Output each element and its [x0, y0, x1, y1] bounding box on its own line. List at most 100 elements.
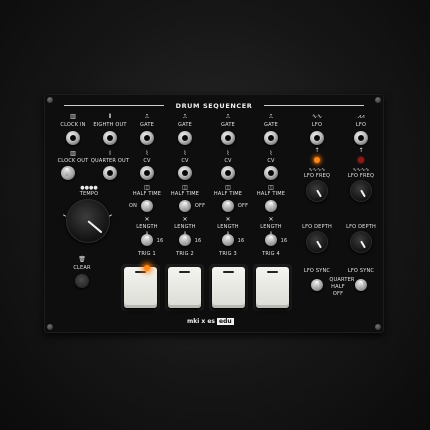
- lfo-depth-2-label: LFO DEPTH: [346, 224, 376, 230]
- clock-in-jack[interactable]: [66, 131, 80, 145]
- length-toggle-1[interactable]: [141, 234, 153, 246]
- quarter-out-icon: Ⅰ: [109, 150, 111, 157]
- clear-label: CLEAR: [73, 265, 91, 271]
- lfo-2-led: [358, 157, 364, 163]
- lfo-sync-2-label: LFO SYNC: [347, 268, 375, 274]
- lfo-freq-1-label: LFO FREQ: [303, 173, 331, 179]
- trash-icon: 🗑: [78, 256, 86, 263]
- gate-label: GATE: [221, 122, 235, 128]
- gate-label: GATE: [178, 122, 192, 128]
- off-label: OFF: [237, 203, 249, 209]
- cv-label: CV: [224, 158, 232, 164]
- half-time-toggle-1[interactable]: [141, 200, 153, 212]
- length-toggle-2[interactable]: [179, 234, 191, 246]
- gate-jack-1[interactable]: [140, 131, 154, 145]
- gate-icon: ⎍: [182, 113, 188, 120]
- lfo-depth-1-knob[interactable]: [306, 231, 328, 253]
- trig-pad-1[interactable]: [124, 267, 157, 308]
- brand-logo: mki x es edu: [187, 318, 234, 325]
- cv-label: CV: [267, 158, 275, 164]
- screw-icon: [47, 324, 53, 330]
- cv-jack-3[interactable]: [221, 166, 235, 180]
- lfo-wave-icon: ∿∿: [311, 113, 323, 120]
- off-label: OFF: [194, 203, 206, 209]
- lfo-sync-2-toggle[interactable]: [355, 279, 367, 291]
- gate-jack-4[interactable]: [264, 131, 278, 145]
- cv-label: CV: [143, 158, 151, 164]
- lfo-sync-1-toggle[interactable]: [311, 279, 323, 291]
- length-toggle-3[interactable]: [222, 234, 234, 246]
- clock-in-icon: ▥: [70, 113, 76, 120]
- tempo-scale-tick: [108, 214, 113, 217]
- cv-icon: ⌇: [145, 150, 149, 157]
- half-time-toggle-4[interactable]: [265, 200, 277, 212]
- lfo-2-jack[interactable]: [354, 131, 368, 145]
- eighth-out-label: EIGHTH OUT: [93, 122, 127, 128]
- eighth-out-jack[interactable]: [103, 131, 117, 145]
- clock-in-label: CLOCK IN: [60, 122, 86, 128]
- length-label: LENGTH: [217, 224, 239, 230]
- quarter-out-jack[interactable]: [103, 166, 117, 180]
- title-rule-left: [64, 105, 164, 106]
- trig-pad-3[interactable]: [212, 267, 245, 308]
- trig-pad-4[interactable]: [256, 267, 289, 308]
- module-panel: DRUM SEQUENCER ▥ CLOCK IN Ⅱ EIGHTH OUT ▥…: [44, 94, 384, 333]
- half-time-toggle-2[interactable]: [179, 200, 191, 212]
- length-label: LENGTH: [260, 224, 282, 230]
- screw-icon: [47, 97, 53, 103]
- half-time-label: HALF TIME: [170, 191, 200, 197]
- trig-1-led: [144, 265, 150, 271]
- tempo-scale-tick: [62, 214, 67, 217]
- lfo-1-label: LFO: [311, 122, 323, 128]
- lfo-freq-2-knob[interactable]: [350, 180, 372, 202]
- gate-icon: ⎍: [225, 113, 231, 120]
- gate-label: GATE: [264, 122, 278, 128]
- lfo-freq-1-knob[interactable]: [306, 180, 328, 202]
- half-time-label: HALF TIME: [256, 191, 286, 197]
- trig-label: TRIG 2: [176, 251, 194, 257]
- cv-jack-4[interactable]: [264, 166, 278, 180]
- eighth-out-icon: Ⅱ: [108, 113, 112, 120]
- gate-jack-3[interactable]: [221, 131, 235, 145]
- title-rule-right: [264, 105, 364, 106]
- lfo-depth-1-label: LFO DEPTH: [302, 224, 332, 230]
- length-icon: ✕: [144, 216, 150, 223]
- lfo-sync-1-label: LFO SYNC: [303, 268, 331, 274]
- tempo-knob[interactable]: [66, 199, 110, 243]
- clock-out-label: CLOCK OUT: [57, 158, 89, 164]
- quarter-out-label: QUARTER OUT: [90, 158, 130, 164]
- half-time-label: HALF TIME: [213, 191, 243, 197]
- cv-icon: ⌇: [183, 150, 187, 157]
- arrow-up-icon: ↑: [358, 147, 364, 154]
- gate-label: GATE: [140, 122, 154, 128]
- cv-jack-2[interactable]: [178, 166, 192, 180]
- length-toggle-4[interactable]: [265, 234, 277, 246]
- length-label: LENGTH: [136, 224, 158, 230]
- length-icon: ✕: [225, 216, 231, 223]
- lfo-wave-icon: ⩘⩘: [357, 113, 365, 120]
- screw-icon: [375, 324, 381, 330]
- trig-pad-2[interactable]: [168, 267, 201, 308]
- arrow-up-icon: ↑: [314, 147, 320, 154]
- cv-jack-1[interactable]: [140, 166, 154, 180]
- length-16-label: 16: [237, 238, 245, 244]
- length-label: LENGTH: [174, 224, 196, 230]
- trig-label: TRIG 1: [138, 251, 156, 257]
- half-label: HALF: [331, 284, 345, 290]
- half-time-toggle-3[interactable]: [222, 200, 234, 212]
- cv-icon: ⌇: [226, 150, 230, 157]
- gate-icon: ⎍: [144, 113, 150, 120]
- module-title: DRUM SEQUENCER: [175, 102, 253, 110]
- cv-icon: ⌇: [269, 150, 273, 157]
- lfo-freq-2-label: LFO FREQ: [347, 173, 375, 179]
- length-icon: ✕: [268, 216, 274, 223]
- lfo-1-led: [314, 157, 320, 163]
- clear-button[interactable]: [75, 274, 89, 288]
- cv-label: CV: [181, 158, 189, 164]
- on-label: ON: [128, 203, 138, 209]
- brand-badge: edu: [217, 318, 234, 325]
- clock-out-jack[interactable]: [61, 166, 75, 180]
- gate-jack-2[interactable]: [178, 131, 192, 145]
- lfo-1-jack[interactable]: [310, 131, 324, 145]
- lfo-depth-2-knob[interactable]: [350, 231, 372, 253]
